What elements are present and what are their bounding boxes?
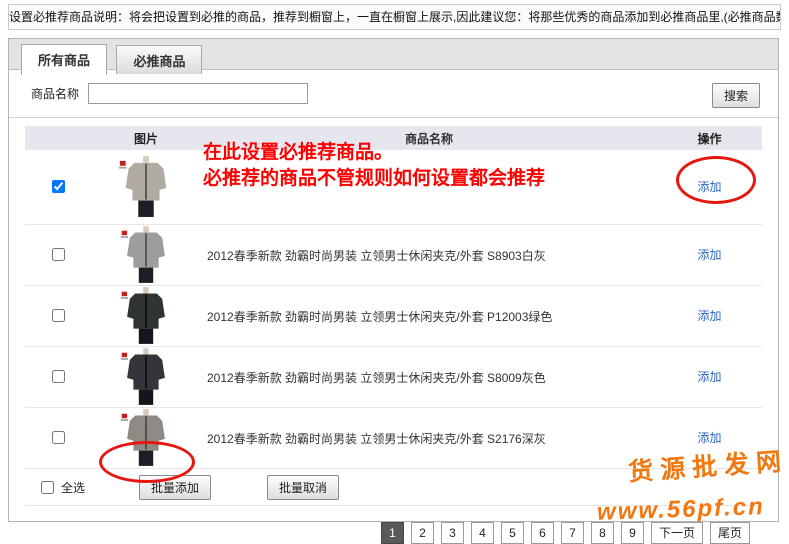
product-name-label: 商品名称 xyxy=(31,87,79,101)
jacket-product-icon xyxy=(119,226,173,284)
row-checkbox[interactable] xyxy=(52,248,65,261)
highlight-circle-batch-add xyxy=(99,441,195,483)
add-link[interactable]: 添加 xyxy=(697,431,721,445)
row-checkbox[interactable] xyxy=(52,370,65,383)
annotation-line-2: 必推荐的商品不管规则如何设置都会推荐 xyxy=(203,166,545,192)
jacket-product-icon xyxy=(119,348,173,406)
jacket-product-icon xyxy=(119,287,173,345)
annotation-text: 在此设置必推荐商品。 必推荐的商品不管规则如何设置都会推荐 xyxy=(203,140,545,192)
pagination: 1 2 3 4 5 6 7 8 9 下一页 尾页 xyxy=(9,522,750,544)
page-button-2[interactable]: 2 xyxy=(411,522,434,544)
row-checkbox[interactable] xyxy=(52,431,65,444)
product-name: 2012春季新款 劲霸时尚男装 立领男士休闲夹克/外套 S2176深灰 xyxy=(201,430,657,447)
product-image xyxy=(91,156,201,218)
add-link[interactable]: 添加 xyxy=(697,248,721,262)
product-image xyxy=(91,348,201,406)
tab-bar: 所有商品 必推商品 xyxy=(9,39,778,70)
product-name: 2012春季新款 劲霸时尚男装 立领男士休闲夹克/外套 S8903白灰 xyxy=(201,247,657,264)
last-page-button[interactable]: 尾页 xyxy=(710,522,750,544)
table-row: 2012春季新款 劲霸时尚男装 立领男士休闲夹克/外套 P12003绿色 添加 xyxy=(25,286,762,347)
annotation-line-1: 在此设置必推荐商品。 xyxy=(203,140,545,166)
page-button-5[interactable]: 5 xyxy=(501,522,524,544)
next-page-button[interactable]: 下一页 xyxy=(651,522,703,544)
divider xyxy=(9,117,778,118)
tab-must-push-products[interactable]: 必推商品 xyxy=(116,45,202,74)
search-button[interactable]: 搜索 xyxy=(712,83,760,108)
table-row: 2012春季新款 劲霸时尚男装 立领男士休闲夹克/外套 S8903白灰 添加 xyxy=(25,225,762,286)
page-button-3[interactable]: 3 xyxy=(441,522,464,544)
highlight-circle-add xyxy=(676,156,756,204)
select-all-label: 全选 xyxy=(61,479,85,496)
page-button-8[interactable]: 8 xyxy=(591,522,614,544)
page-button-4[interactable]: 4 xyxy=(471,522,494,544)
row-checkbox[interactable] xyxy=(52,309,65,322)
row-checkbox[interactable] xyxy=(52,180,65,193)
page-button-7[interactable]: 7 xyxy=(561,522,584,544)
jacket-product-icon xyxy=(117,156,175,218)
select-all-checkbox[interactable] xyxy=(41,481,54,494)
page-button-9[interactable]: 9 xyxy=(621,522,644,544)
header-action: 操作 xyxy=(657,130,762,147)
page-button-1[interactable]: 1 xyxy=(381,522,404,544)
header-image: 图片 xyxy=(91,130,201,147)
product-name-input[interactable] xyxy=(88,83,308,104)
product-name: 2012春季新款 劲霸时尚男装 立领男士休闲夹克/外套 S8009灰色 xyxy=(201,369,657,386)
product-name: 2012春季新款 劲霸时尚男装 立领男士休闲夹克/外套 P12003绿色 xyxy=(201,308,657,325)
instruction-text: 设置必推荐商品说明：将会把设置到必推的商品，推荐到橱窗上，一直在橱窗上展示,因此… xyxy=(9,10,781,24)
instruction-bar: 设置必推荐商品说明：将会把设置到必推的商品，推荐到橱窗上，一直在橱窗上展示,因此… xyxy=(8,4,781,30)
batch-cancel-button[interactable]: 批量取消 xyxy=(267,475,339,500)
page-button-6[interactable]: 6 xyxy=(531,522,554,544)
product-image xyxy=(91,287,201,345)
tab-all-products[interactable]: 所有商品 xyxy=(21,44,107,75)
table-row: 2012春季新款 劲霸时尚男装 立领男士休闲夹克/外套 S8009灰色 添加 xyxy=(25,347,762,408)
search-row: 商品名称 搜索 xyxy=(9,70,778,115)
add-link[interactable]: 添加 xyxy=(697,370,721,384)
add-link[interactable]: 添加 xyxy=(697,309,721,323)
product-image xyxy=(91,226,201,284)
